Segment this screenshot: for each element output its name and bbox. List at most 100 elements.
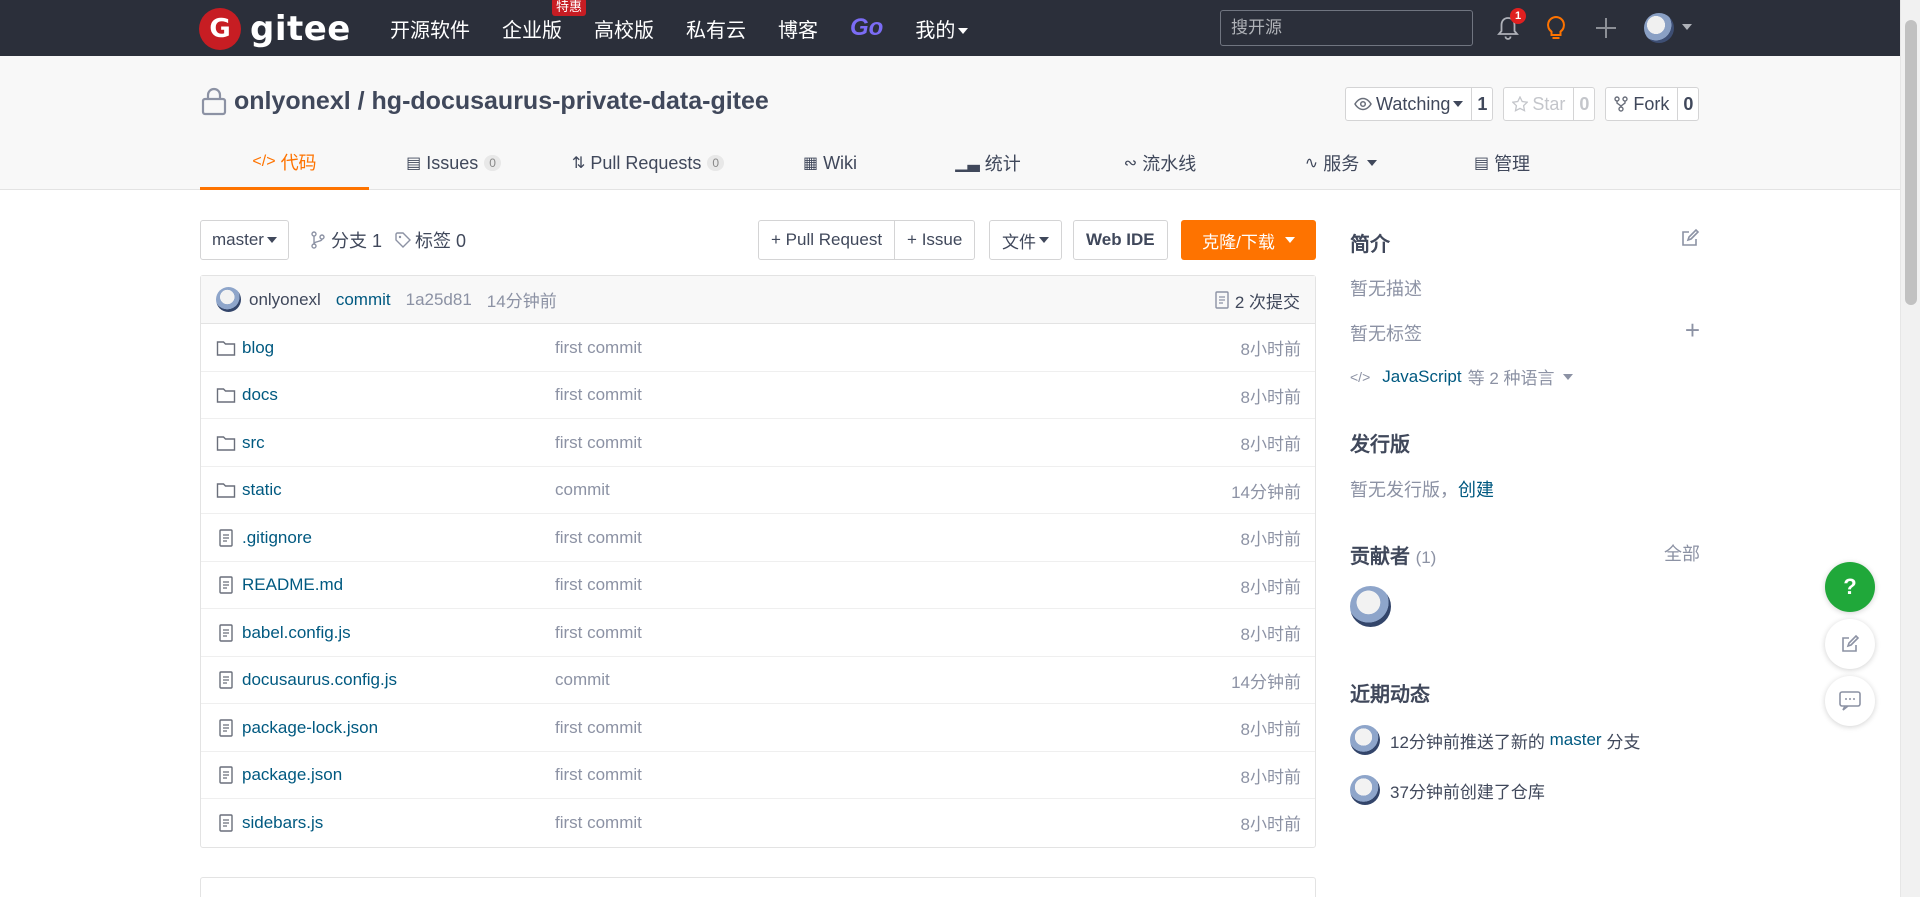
all-contributors-link[interactable]: 全部 bbox=[1664, 540, 1700, 566]
file-commit-message[interactable]: first commit bbox=[555, 609, 642, 656]
nav-blog[interactable]: 博客 bbox=[778, 14, 818, 43]
edit-icon[interactable] bbox=[1680, 228, 1700, 248]
clone-download-button[interactable]: 克隆/下载 bbox=[1181, 220, 1316, 260]
activity-branch-link[interactable]: master bbox=[1550, 730, 1602, 750]
file-commit-message[interactable]: first commit bbox=[555, 372, 642, 419]
contributor-avatar[interactable] bbox=[1350, 586, 1391, 627]
nav-mine[interactable]: 我的 bbox=[915, 14, 969, 43]
tags-link[interactable]: 标签 0 bbox=[395, 220, 466, 260]
nav-private-cloud[interactable]: 私有云 bbox=[686, 14, 746, 43]
file-icon bbox=[219, 813, 233, 832]
file-name-link[interactable]: package.json bbox=[216, 752, 342, 799]
primary-language[interactable]: JavaScript bbox=[1382, 367, 1461, 387]
create-button[interactable] bbox=[1592, 14, 1620, 42]
nav-education[interactable]: 高校版 bbox=[594, 14, 654, 43]
star-button[interactable]: Star 0 bbox=[1503, 87, 1596, 121]
activity-title: 近期动态 bbox=[1350, 684, 1430, 706]
tab-pull-requests[interactable]: ⇅ Pull Requests 0 bbox=[538, 136, 758, 190]
file-row[interactable]: src first commit 8小时前 bbox=[201, 419, 1315, 467]
file-name: package.json bbox=[242, 765, 343, 784]
file-commit-message[interactable]: first commit bbox=[555, 799, 642, 846]
commit-sha[interactable]: 1a25d81 bbox=[406, 290, 472, 310]
file-row[interactable]: sidebars.js first commit 8小时前 bbox=[201, 799, 1315, 847]
branch-select[interactable]: master bbox=[200, 220, 289, 260]
file-name-link[interactable]: docs bbox=[216, 372, 278, 419]
commit-count-link[interactable]: 2 次提交 bbox=[1215, 276, 1300, 324]
file-name: docusaurus.config.js bbox=[242, 670, 397, 689]
file-row[interactable]: babel.config.js first commit 8小时前 bbox=[201, 609, 1315, 657]
new-issue-button[interactable]: + Issue bbox=[894, 221, 974, 259]
tab-issues[interactable]: ▤ Issues 0 bbox=[369, 136, 538, 190]
tab-wiki[interactable]: ▦ Wiki bbox=[758, 136, 902, 190]
tab-stats[interactable]: ▁▃ 统计 bbox=[902, 136, 1074, 190]
tab-manage[interactable]: ▤ 管理 bbox=[1436, 136, 1568, 190]
file-commit-message[interactable]: commit bbox=[555, 467, 610, 514]
file-menu-button[interactable]: 文件 bbox=[989, 220, 1062, 260]
file-commit-message[interactable]: first commit bbox=[555, 324, 642, 371]
file-row[interactable]: package-lock.json first commit 8小时前 bbox=[201, 704, 1315, 752]
chat-button[interactable] bbox=[1825, 676, 1875, 726]
tab-pipeline[interactable]: ∾ 流水线 bbox=[1074, 136, 1246, 190]
create-group: + Pull Request + Issue bbox=[758, 220, 976, 260]
commit-message[interactable]: commit bbox=[336, 290, 391, 310]
file-name-link[interactable]: babel.config.js bbox=[216, 609, 351, 656]
file-commit-message[interactable]: first commit bbox=[555, 514, 642, 561]
nav-enterprise[interactable]: 企业版 特惠 bbox=[502, 0, 587, 43]
gitee-logo[interactable]: G gitee bbox=[199, 8, 351, 50]
create-release-link[interactable]: 创建 bbox=[1458, 480, 1494, 500]
file-row[interactable]: static commit 14分钟前 bbox=[201, 467, 1315, 514]
file-name-link[interactable]: docusaurus.config.js bbox=[216, 657, 397, 704]
commit-author[interactable]: onlyonexl bbox=[249, 290, 321, 310]
watch-label[interactable]: Watching bbox=[1346, 88, 1473, 120]
search-input[interactable] bbox=[1220, 10, 1473, 46]
file-name-link[interactable]: blog bbox=[216, 324, 274, 371]
file-row[interactable]: package.json first commit 8小时前 bbox=[201, 752, 1315, 799]
fork-label[interactable]: Fork bbox=[1606, 88, 1679, 120]
tab-services[interactable]: ∿ 服务 bbox=[1246, 136, 1436, 190]
user-avatar[interactable] bbox=[1644, 13, 1674, 43]
watch-button[interactable]: Watching 1 bbox=[1345, 87, 1494, 121]
nav-open-source[interactable]: 开源软件 bbox=[390, 14, 470, 43]
scrollbar-thumb[interactable] bbox=[1905, 20, 1917, 305]
fork-button[interactable]: Fork 0 bbox=[1605, 87, 1700, 121]
star-label[interactable]: Star bbox=[1504, 88, 1575, 120]
file-commit-message[interactable]: first commit bbox=[555, 562, 642, 609]
fork-count[interactable]: 0 bbox=[1678, 88, 1698, 120]
languages[interactable]: </> JavaScript 等 2 种语言 bbox=[1350, 364, 1573, 389]
nav-go[interactable]: Go bbox=[850, 14, 883, 42]
help-button[interactable]: ? bbox=[1825, 562, 1875, 612]
watch-count[interactable]: 1 bbox=[1472, 88, 1492, 120]
feedback-button[interactable] bbox=[1825, 619, 1875, 669]
file-row[interactable]: docs first commit 8小时前 bbox=[201, 372, 1315, 419]
star-count[interactable]: 0 bbox=[1574, 88, 1594, 120]
file-name-link[interactable]: .gitignore bbox=[216, 514, 312, 561]
file-commit-message[interactable]: first commit bbox=[555, 704, 642, 751]
chevron-down-icon[interactable] bbox=[1682, 24, 1692, 30]
tips-button[interactable] bbox=[1542, 14, 1570, 42]
file-row[interactable]: docusaurus.config.js commit 14分钟前 bbox=[201, 657, 1315, 704]
activity-avatar[interactable] bbox=[1350, 725, 1380, 755]
repo-actions: Watching 1 Star 0 Fork 0 bbox=[1345, 87, 1709, 121]
file-name-link[interactable]: static bbox=[216, 467, 282, 514]
file-name-link[interactable]: src bbox=[216, 419, 265, 466]
notification-button[interactable]: 1 bbox=[1494, 8, 1526, 42]
repo-name-link[interactable]: hg-docusaurus-private-data-gitee bbox=[372, 87, 769, 116]
add-tag-icon[interactable]: + bbox=[1685, 317, 1700, 343]
file-name-link[interactable]: package-lock.json bbox=[216, 704, 378, 751]
file-row[interactable]: .gitignore first commit 8小时前 bbox=[201, 514, 1315, 562]
activity-avatar[interactable] bbox=[1350, 775, 1380, 805]
new-pull-request-button[interactable]: + Pull Request bbox=[759, 221, 894, 259]
file-row[interactable]: README.md first commit 8小时前 bbox=[201, 562, 1315, 609]
file-row[interactable]: blog first commit 8小时前 bbox=[201, 324, 1315, 372]
file-commit-message[interactable]: commit bbox=[555, 657, 610, 704]
file-name-link[interactable]: sidebars.js bbox=[216, 799, 323, 846]
file-name-link[interactable]: README.md bbox=[216, 562, 343, 609]
tab-code[interactable]: </> 代码 bbox=[200, 136, 369, 190]
commit-author-avatar[interactable] bbox=[216, 287, 241, 312]
web-ide-button[interactable]: Web IDE bbox=[1073, 220, 1168, 260]
branches-link[interactable]: 分支 1 bbox=[310, 220, 382, 260]
scrollbar[interactable] bbox=[1900, 0, 1920, 897]
file-commit-message[interactable]: first commit bbox=[555, 419, 642, 466]
file-commit-message[interactable]: first commit bbox=[555, 752, 642, 799]
repo-owner-link[interactable]: onlyonexl bbox=[234, 87, 351, 116]
